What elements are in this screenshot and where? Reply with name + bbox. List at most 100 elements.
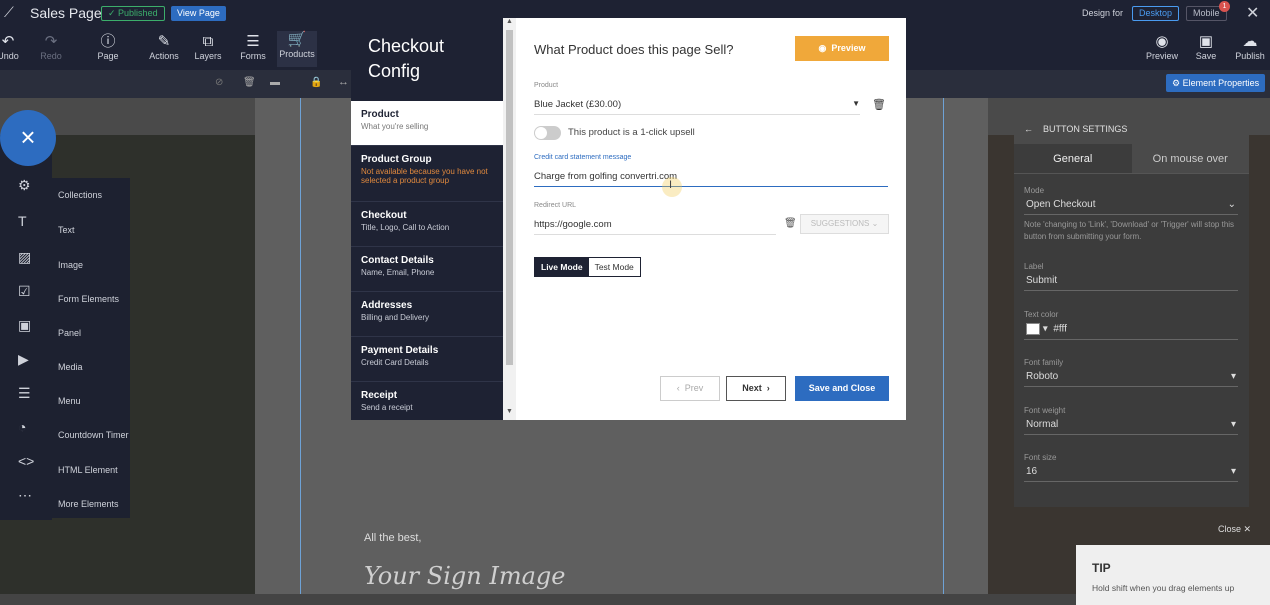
font-size-field[interactable]: Font size 16 ▾ xyxy=(1024,453,1238,482)
layers-icon: ⧉ xyxy=(202,33,214,50)
font-weight-field[interactable]: Font weight Normal ▾ xyxy=(1024,406,1238,435)
forms-button[interactable]: ☰ Forms xyxy=(233,33,273,61)
test-mode-button[interactable]: Test Mode xyxy=(588,258,640,276)
scroll-up-icon[interactable]: ▲ xyxy=(506,18,513,25)
close-panel-button[interactable]: × xyxy=(0,110,56,166)
image-icon[interactable]: ▨ xyxy=(18,249,31,266)
step-contact-details[interactable]: Contact Details Name, Email, Phone xyxy=(351,247,503,292)
dropdown-caret-icon: ▼ xyxy=(852,99,860,108)
cart-icon: 🛒 xyxy=(287,31,307,48)
product-select[interactable]: Blue Jacket (£30.00) ▼ xyxy=(534,99,860,115)
next-button[interactable]: Next › xyxy=(726,376,786,401)
back-arrow-icon[interactable]: ← xyxy=(1024,124,1033,134)
element-properties-button[interactable]: ⚙ Element Properties xyxy=(1166,74,1266,92)
save-and-close-button[interactable]: Save and Close xyxy=(795,376,889,401)
products-button[interactable]: 🛒 Products xyxy=(277,31,317,67)
suggestions-button[interactable]: SUGGESTIONS ⌄ xyxy=(800,214,889,234)
redirect-url-input[interactable]: https://google.com xyxy=(534,219,776,235)
category-media[interactable]: Media xyxy=(58,362,83,372)
save-top-button[interactable]: ▣ Save xyxy=(1186,33,1226,61)
menu-icon[interactable]: ☰ xyxy=(18,385,31,402)
logo-icon: ⟋ xyxy=(4,4,14,20)
view-page-button[interactable]: View Page xyxy=(171,6,226,21)
delete-product-icon[interactable]: 🗑 xyxy=(872,98,886,111)
category-image[interactable]: Image xyxy=(58,260,83,270)
mode-note: Note 'changing to 'Link', 'Download' or … xyxy=(1024,220,1235,241)
text-cursor-icon: I xyxy=(669,179,673,191)
step-product-group[interactable]: Product Group Not available because you … xyxy=(351,146,503,202)
signature-image[interactable]: Your Sign Image xyxy=(364,562,565,590)
redo-button[interactable]: ↷ Redo xyxy=(31,33,71,61)
redirect-url-label: Redirect URL xyxy=(534,202,577,209)
label-field[interactable]: Label Submit xyxy=(1024,262,1238,291)
clear-redirect-icon[interactable]: 🗑 xyxy=(784,218,797,229)
close-tip-button[interactable]: Close ✕ xyxy=(1218,524,1251,535)
step-receipt[interactable]: Receipt Send a receipt xyxy=(351,382,503,420)
undo-button[interactable]: ↶ Undo xyxy=(0,33,28,61)
dropdown-caret-icon: ▾ xyxy=(1230,371,1236,382)
prev-button[interactable]: ‹ Prev xyxy=(660,376,720,401)
publish-button[interactable]: ☁ Publish xyxy=(1230,33,1270,61)
preview-button[interactable]: ◉ Preview xyxy=(795,36,889,61)
media-icon[interactable]: ▶ xyxy=(18,351,29,368)
color-swatch[interactable] xyxy=(1026,323,1040,335)
step-checkout[interactable]: Checkout Title, Logo, Call to Action xyxy=(351,202,503,247)
category-more-elements[interactable]: More Elements xyxy=(58,499,119,509)
scroll-down-icon[interactable]: ▼ xyxy=(506,408,513,415)
sign-off-text[interactable]: All the best, xyxy=(364,532,421,544)
page-button[interactable]: ⓘ Page xyxy=(88,33,128,61)
undo-icon: ↶ xyxy=(1,33,15,50)
timer-icon[interactable]: ◔ xyxy=(18,419,26,435)
element-icon-bar: ⚙ T ▨ ☑ ▣ ▶ ☰ ◔ <> ⋯ xyxy=(0,135,52,520)
text-icon[interactable]: T xyxy=(18,213,27,229)
step-product[interactable]: Product What you're selling xyxy=(351,101,503,146)
button-settings-tabs: General On mouse over xyxy=(1014,144,1249,174)
layers-button[interactable]: ⧉ Layers xyxy=(188,33,228,61)
cc-message-input[interactable]: Charge from golfing convertri.com xyxy=(534,171,888,187)
text-color-field[interactable]: Text color ▾ #fff xyxy=(1024,310,1238,340)
panel-icon[interactable]: ▣ xyxy=(18,317,31,334)
category-form-elements[interactable]: Form Elements xyxy=(58,294,119,304)
no-image-icon[interactable]: ⊘ xyxy=(215,77,223,88)
info-icon: ⓘ xyxy=(100,33,116,50)
form-elements-icon[interactable]: ☑ xyxy=(18,283,31,300)
font-family-field[interactable]: Font family Roboto ▾ xyxy=(1024,358,1238,387)
modal-content: What Product does this page Sell? ◉ Prev… xyxy=(516,18,906,420)
live-mode-button[interactable]: Live Mode xyxy=(535,258,589,276)
mode-switch: Live Mode Test Mode xyxy=(534,257,641,277)
upsell-toggle[interactable] xyxy=(534,126,561,140)
resize-icon[interactable]: ↔ xyxy=(338,76,349,88)
category-countdown-timer[interactable]: Countdown Timer xyxy=(58,430,129,440)
tip-box: TIP Hold shift when you drag elements up xyxy=(1076,545,1270,605)
button-settings-header: ← BUTTON SETTINGS xyxy=(1014,112,1249,144)
forms-icon: ☰ xyxy=(246,33,260,50)
step-payment-details[interactable]: Payment Details Credit Card Details xyxy=(351,337,503,382)
collections-icon[interactable]: ⚙ xyxy=(18,177,31,194)
category-html-element[interactable]: HTML Element xyxy=(58,465,118,475)
tab-on-mouse-over[interactable]: On mouse over xyxy=(1131,144,1249,173)
trash-icon[interactable]: 🗑 xyxy=(243,77,256,88)
category-collections[interactable]: Collections xyxy=(58,190,102,200)
preview-top-button[interactable]: ◉ Preview xyxy=(1142,33,1182,61)
close-editor-icon[interactable]: ✕ xyxy=(1246,3,1259,23)
step-addresses[interactable]: Addresses Billing and Delivery xyxy=(351,292,503,337)
html-icon[interactable]: <> xyxy=(18,453,34,469)
button-settings-panel: ← BUTTON SETTINGS General On mouse over … xyxy=(1014,112,1249,507)
desktop-button[interactable]: Desktop xyxy=(1132,6,1180,21)
align-icon[interactable]: ▬ xyxy=(270,77,280,88)
tab-general[interactable]: General xyxy=(1014,144,1132,173)
product-label: Product xyxy=(534,82,559,89)
tip-text: Hold shift when you drag elements up xyxy=(1092,583,1235,593)
category-menu[interactable]: Menu xyxy=(58,396,81,406)
mobile-badge: 1 xyxy=(1219,1,1230,12)
category-panel[interactable]: Panel xyxy=(58,328,81,338)
scrollbar-thumb[interactable] xyxy=(506,30,513,365)
mode-field[interactable]: Mode Open Checkout ⌄ Note 'changing to 'L… xyxy=(1024,186,1238,243)
upsell-label: This product is a 1-click upsell xyxy=(568,127,695,138)
actions-button[interactable]: ✎ Actions xyxy=(144,33,184,61)
more-elements-icon[interactable]: ⋯ xyxy=(18,487,32,504)
category-text[interactable]: Text xyxy=(58,225,75,235)
steps-scrollbar[interactable]: ▲ ▼ xyxy=(503,18,516,420)
eye-icon: ◉ xyxy=(1155,33,1169,50)
lock-icon[interactable]: 🔒 xyxy=(310,77,322,88)
